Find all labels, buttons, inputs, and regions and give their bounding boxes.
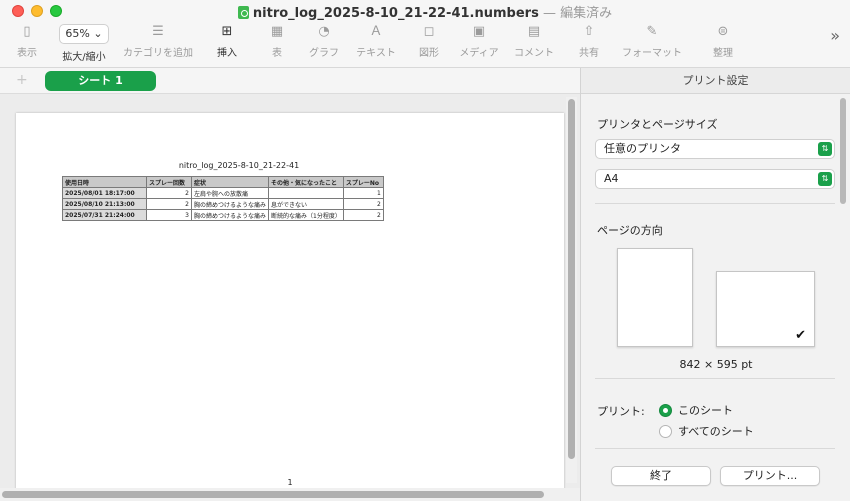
table-button[interactable]: ▦ 表: [262, 24, 292, 59]
radio-selected-icon[interactable]: [659, 404, 672, 417]
table-row: 2025/08/10 21:13:00 2 胸の締めつけるような痛み 息ができな…: [62, 198, 384, 210]
add-category-button[interactable]: ☰ カテゴリを追加: [122, 24, 194, 59]
data-table: 使用日時 スプレー回数 症状 その他・気になったこと スプレーNo 2025/0…: [62, 176, 384, 221]
table-cell: 2: [146, 198, 192, 210]
preview-page: nitro_log_2025-8-10_21-22-41 使用日時 スプレー回数…: [16, 113, 564, 491]
updown-chevron-icon: ⇅: [818, 142, 832, 156]
panel-scrollbar[interactable]: [839, 98, 848, 498]
share-button[interactable]: ⇧ 共有: [574, 24, 604, 59]
table-row: 2025/07/31 21:24:00 3 胸の締めつけるような痛み 断続的な痛…: [62, 209, 384, 221]
scroll-thumb[interactable]: [840, 98, 846, 204]
page-number: 1: [287, 478, 293, 487]
divider: [595, 378, 835, 379]
organize-button[interactable]: ⊜ 整理: [708, 24, 738, 59]
table-cell: 左肩や腕への放散痛: [190, 187, 270, 199]
scroll-thumb[interactable]: [568, 99, 575, 459]
comment-button[interactable]: ▤ コメント: [512, 24, 556, 59]
header-cell: スプレー回数: [146, 176, 192, 188]
printer-select[interactable]: 任意のプリンタ ⇅: [595, 139, 835, 159]
media-button[interactable]: ▣ メディア: [458, 24, 500, 59]
sheet-tab-bar: + シート 1: [0, 68, 580, 94]
chart-icon: ◔: [318, 24, 330, 39]
zoom-button[interactable]: 65% ⌄ 拡大/縮小: [56, 24, 112, 63]
share-icon: ⇧: [583, 24, 595, 39]
file-name: nitro_log_2025-8-10_21-22-41.numbers: [252, 6, 539, 21]
header-cell: 使用日時: [62, 176, 147, 188]
canvas-vertical-scrollbar[interactable]: [566, 97, 577, 483]
edited-status: 編集済み: [560, 6, 613, 21]
radio-unselected-icon[interactable]: [659, 425, 672, 438]
shape-button[interactable]: ◻ 図形: [414, 24, 444, 59]
list-icon: ☰: [152, 24, 164, 39]
header-cell: スプレーNo: [342, 176, 384, 188]
table-header-row: 使用日時 スプレー回数 症状 その他・気になったこと スプレーNo: [62, 176, 384, 188]
chevron-down-icon: ⌄: [93, 27, 103, 40]
media-icon: ▣: [472, 24, 486, 39]
portrait-option[interactable]: [617, 248, 693, 347]
table-cell: 2025/07/31 21:24:00: [62, 209, 147, 221]
add-sheet-icon[interactable]: +: [16, 72, 28, 88]
header-cell: 症状: [190, 176, 270, 188]
printer-section-label: プリンタとページサイズ: [597, 118, 718, 131]
paper-size-select[interactable]: A4 ⇅: [595, 169, 835, 189]
divider: [595, 203, 835, 204]
table-row: 2025/08/01 18:17:00 2 左肩や腕への放散痛 1: [62, 187, 384, 199]
view-button[interactable]: ▯ 表示: [12, 24, 42, 59]
table-cell: [268, 187, 344, 199]
numbers-document-icon: [237, 6, 249, 19]
print-scope-label: プリント:: [597, 405, 645, 418]
brush-icon: ✎: [646, 24, 658, 39]
page-size-readout: 842 × 595 pt: [679, 358, 753, 371]
sheet-title: nitro_log_2025-8-10_21-22-41: [178, 161, 300, 170]
shape-icon: ◻: [423, 24, 435, 39]
print-preview-canvas: nitro_log_2025-8-10_21-22-41 使用日時 スプレー回数…: [0, 95, 580, 501]
updown-chevron-icon: ⇅: [818, 172, 832, 186]
table-cell: 胸の締めつけるような痛み: [190, 209, 270, 221]
comment-icon: ▤: [527, 24, 541, 39]
radio-this-sheet[interactable]: このシート: [659, 402, 733, 418]
print-button[interactable]: プリント...: [720, 466, 820, 486]
more-toolbar-icon[interactable]: »: [830, 26, 840, 45]
panel-title: プリント設定: [581, 68, 850, 94]
header-cell: その他・気になったこと: [268, 176, 344, 188]
scroll-thumb[interactable]: [2, 491, 544, 498]
print-settings-panel: プリント設定 プリンタとページサイズ 任意のプリンタ ⇅ A4 ⇅ ページの方向…: [580, 68, 850, 501]
canvas-horizontal-scrollbar[interactable]: [0, 488, 580, 501]
table-cell: 胸の締めつけるような痛み: [190, 198, 270, 210]
window-toolbar: nitro_log_2025-8-10_21-22-41.numbers — 編…: [0, 0, 850, 68]
chart-button[interactable]: ◔ グラフ: [306, 24, 342, 59]
insert-button[interactable]: ⊞ 挿入: [212, 24, 242, 59]
zoom-select[interactable]: 65% ⌄: [59, 24, 109, 44]
tab-sheet-1[interactable]: シート 1: [45, 71, 156, 91]
format-button[interactable]: ✎ フォーマット: [620, 24, 684, 59]
plus-box-icon: ⊞: [221, 24, 233, 39]
text-button[interactable]: Ａ テキスト: [354, 24, 398, 59]
landscape-option[interactable]: ✔: [716, 271, 815, 347]
window-title: nitro_log_2025-8-10_21-22-41.numbers — 編…: [0, 2, 850, 21]
done-button[interactable]: 終了: [611, 466, 711, 486]
table-cell: 2025/08/10 21:13:00: [62, 198, 147, 210]
table-cell: 断続的な痛み（1分程度）: [268, 209, 344, 221]
table-cell: 3: [146, 209, 192, 221]
table-cell: 2: [146, 187, 192, 199]
organize-icon: ⊜: [717, 24, 729, 39]
sidebar-icon: ▯: [23, 24, 31, 39]
table-cell: 息ができない: [268, 198, 344, 210]
table-icon: ▦: [270, 24, 284, 39]
orientation-section-label: ページの方向: [597, 224, 663, 237]
table-cell: 2: [342, 209, 384, 221]
table-cell: 2: [342, 198, 384, 210]
radio-all-sheets[interactable]: すべてのシート: [659, 423, 754, 439]
divider: [595, 448, 835, 449]
table-cell: 2025/08/01 18:17:00: [62, 187, 147, 199]
text-icon: Ａ: [369, 24, 383, 39]
table-cell: 1: [342, 187, 384, 199]
checkmark-icon: ✔: [795, 328, 806, 343]
